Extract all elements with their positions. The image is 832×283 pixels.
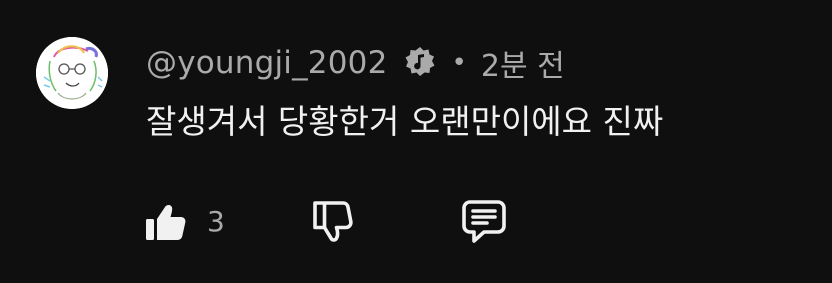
reply-button[interactable]	[459, 196, 509, 246]
comment-text: 잘생겨서 당황한거 오랜만이에요 진짜	[146, 102, 664, 141]
dislike-button[interactable]	[309, 197, 357, 245]
comment-header: @youngji_2002 • 2분 전	[146, 40, 565, 86]
avatar[interactable]	[36, 37, 108, 109]
thumbs-down-icon	[309, 197, 357, 245]
comment-item: @youngji_2002 • 2분 전 잘생겨서 당황한거 오랜만이에요 진짜…	[0, 0, 832, 283]
reply-message-icon	[459, 196, 509, 246]
like-count: 3	[207, 204, 225, 238]
comment-actions: 3	[143, 193, 509, 249]
timestamp[interactable]: 2분 전	[481, 41, 565, 85]
music-note-badge-icon	[402, 45, 438, 81]
thumbs-up-icon	[143, 198, 189, 244]
author-handle[interactable]: @youngji_2002	[146, 45, 388, 81]
separator-dot: •	[451, 48, 467, 78]
avatar-drawing-icon	[36, 37, 108, 109]
like-button[interactable]: 3	[143, 198, 225, 244]
